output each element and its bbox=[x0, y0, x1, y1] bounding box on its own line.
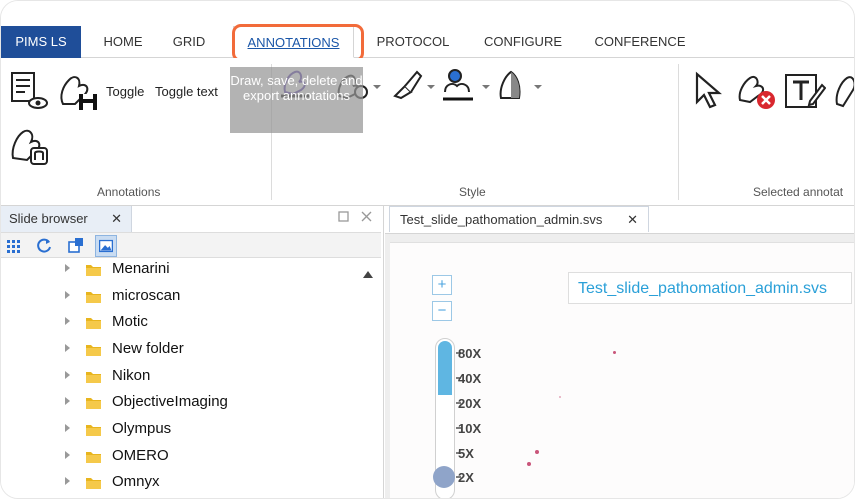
zoom-slider-fill bbox=[438, 341, 452, 395]
zoom-slider-handle[interactable] bbox=[433, 466, 455, 488]
ribbon-separator bbox=[678, 64, 679, 200]
close-panel-icon[interactable] bbox=[361, 211, 372, 222]
folder-icon bbox=[86, 318, 101, 329]
folder-icon bbox=[86, 372, 101, 383]
annotation-brush-icon[interactable] bbox=[9, 124, 53, 168]
slide-browser-tab[interactable]: Slide browser ✕ bbox=[1, 206, 132, 232]
expand-arrow-icon[interactable] bbox=[65, 344, 70, 352]
folder-icon bbox=[86, 398, 101, 409]
chevron-down-icon[interactable] bbox=[373, 85, 381, 89]
folder-label: Menarini bbox=[112, 260, 170, 277]
folder-label: ObjectiveImaging bbox=[112, 393, 228, 410]
left-ruler bbox=[385, 234, 390, 498]
expand-arrow-icon[interactable] bbox=[65, 317, 70, 325]
zoom-tick-marks bbox=[456, 352, 461, 478]
scroll-up-arrow-icon[interactable] bbox=[363, 271, 373, 278]
slide-browser-title: Slide browser bbox=[9, 211, 88, 226]
expand-arrow-icon[interactable] bbox=[65, 424, 70, 432]
expand-arrow-icon[interactable] bbox=[65, 291, 70, 299]
tissue-spot bbox=[535, 450, 539, 454]
open-new-icon[interactable] bbox=[66, 236, 85, 255]
folder-icon bbox=[86, 345, 101, 356]
grid-view-icon[interactable] bbox=[4, 236, 23, 255]
tree-scrollbar[interactable] bbox=[356, 258, 381, 498]
close-icon[interactable]: ✕ bbox=[111, 206, 122, 232]
tissue-spot bbox=[559, 396, 561, 398]
folder-label: New folder bbox=[112, 340, 184, 357]
folder-label: Nikon bbox=[112, 367, 151, 384]
folder-icon bbox=[86, 292, 101, 303]
ribbon-tab-bar: PIMS LS HOME GRID ANNOTATIONS PROTOCOL C… bbox=[1, 1, 854, 62]
top-ruler bbox=[385, 234, 854, 243]
brand-tab[interactable]: PIMS LS bbox=[1, 26, 81, 58]
annotations-tooltip: Draw, save, delete and export annotation… bbox=[230, 67, 363, 133]
expand-arrow-icon[interactable] bbox=[65, 477, 70, 485]
tab-strip: HOME GRID ANNOTATIONS PROTOCOL CONFIGURE… bbox=[81, 26, 854, 58]
expand-arrow-icon[interactable] bbox=[65, 264, 70, 272]
toggle-button[interactable]: Toggle bbox=[106, 84, 144, 99]
chevron-down-icon[interactable] bbox=[427, 85, 435, 89]
tab-configure[interactable]: CONFIGURE bbox=[481, 26, 565, 58]
maximize-icon[interactable] bbox=[338, 211, 349, 222]
folder-label: microscan bbox=[112, 287, 181, 304]
group-label-style: Style bbox=[459, 185, 486, 199]
folder-label: OMERO bbox=[112, 447, 169, 464]
opacity-style-icon[interactable] bbox=[495, 68, 529, 102]
expand-arrow-icon[interactable] bbox=[65, 371, 70, 379]
edit-text-icon[interactable] bbox=[784, 71, 826, 111]
toggle-text-button[interactable]: Toggle text bbox=[155, 84, 218, 99]
tissue-spot bbox=[527, 462, 531, 466]
folder-icon bbox=[86, 452, 101, 463]
folder-label: Olympus bbox=[112, 420, 172, 437]
group-label-selected-annotation: Selected annotat bbox=[753, 185, 844, 199]
close-icon[interactable]: ✕ bbox=[627, 207, 638, 233]
refresh-icon[interactable] bbox=[35, 236, 54, 255]
zoom-in-button[interactable]: + bbox=[432, 275, 452, 295]
image-view-icon[interactable] bbox=[95, 235, 117, 257]
expand-arrow-icon[interactable] bbox=[65, 397, 70, 405]
tissue-spot bbox=[613, 351, 616, 354]
select-cursor-icon[interactable] bbox=[691, 70, 725, 110]
app-window: PIMS LS HOME GRID ANNOTATIONS PROTOCOL C… bbox=[0, 0, 855, 499]
expand-arrow-icon[interactable] bbox=[65, 451, 70, 459]
slide-browser-toolbar bbox=[1, 232, 381, 258]
shape-style-icon[interactable] bbox=[833, 72, 855, 108]
color-style-icon[interactable] bbox=[441, 66, 475, 102]
slide-name-label: Test_slide_pathomation_admin.svs bbox=[568, 272, 852, 304]
folder-label: Motic bbox=[112, 313, 148, 330]
slide-document-title: Test_slide_pathomation_admin.svs bbox=[400, 212, 603, 227]
annotation-list-view-icon[interactable] bbox=[9, 71, 49, 111]
chevron-down-icon[interactable] bbox=[482, 85, 490, 89]
tab-protocol[interactable]: PROTOCOL bbox=[373, 26, 453, 58]
tab-home[interactable]: HOME bbox=[95, 26, 151, 58]
chevron-down-icon[interactable] bbox=[534, 85, 542, 89]
folder-icon bbox=[86, 478, 101, 489]
folder-icon bbox=[86, 265, 101, 276]
ribbon-panel: Toggle Toggle text Annotations Style Sel… bbox=[1, 58, 855, 206]
tab-grid[interactable]: GRID bbox=[167, 26, 211, 58]
slide-browser-panel: Slide browser ✕ Menarini microscan Motic… bbox=[1, 206, 384, 498]
folder-label: Omnyx bbox=[112, 473, 160, 490]
folder-icon bbox=[86, 425, 101, 436]
folder-tree: Menarini microscan Motic New folder Niko bbox=[1, 258, 356, 498]
brush-style-icon[interactable] bbox=[391, 68, 425, 100]
zoom-out-button[interactable]: − bbox=[432, 301, 452, 321]
group-label-annotations: Annotations bbox=[97, 185, 161, 199]
tab-highlight-ring bbox=[232, 24, 364, 62]
save-annotation-icon[interactable] bbox=[57, 70, 101, 112]
delete-annotation-icon[interactable] bbox=[736, 70, 778, 112]
slide-document-tab[interactable]: Test_slide_pathomation_admin.svs ✕ bbox=[389, 206, 649, 232]
tab-conference[interactable]: CONFERENCE bbox=[591, 26, 689, 58]
